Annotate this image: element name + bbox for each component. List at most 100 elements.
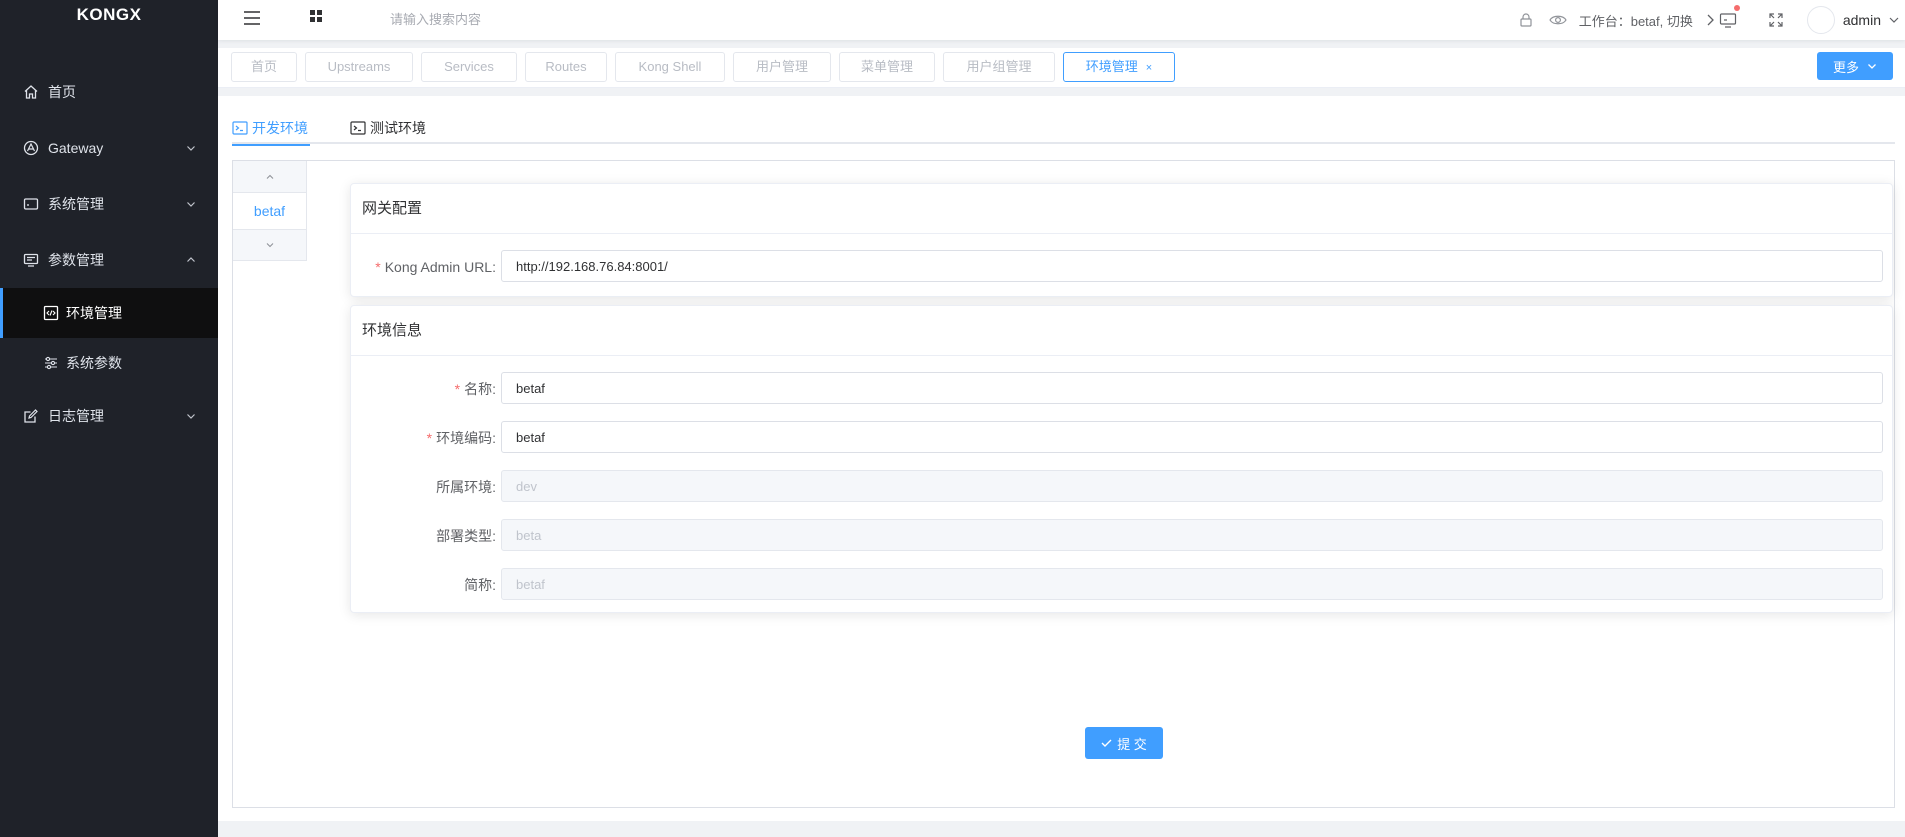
form-label: * 名称: [351,372,496,406]
chevron-down-icon [265,240,275,250]
tag-label: 环境管理 [1085,59,1138,74]
required-mark: * [426,430,433,446]
menu-toggle-icon[interactable] [242,8,262,28]
system-icon [22,195,40,213]
env-code-input[interactable] [501,421,1883,453]
tag-upstreams[interactable]: Upstreams [305,52,413,82]
tag-kong-shell[interactable]: Kong Shell [615,52,725,82]
search-input[interactable] [390,5,650,33]
form-row-short-name: 简称: [351,568,1892,602]
required-mark: * [375,259,381,275]
tag-menu-management[interactable]: 菜单管理 [839,52,935,82]
scroll-down-button[interactable] [233,229,306,261]
env-panel: betaf 网关配置 *Kong Admin URL: 环境信息 *名称: [232,160,1895,808]
env-item-betaf[interactable]: betaf [233,193,306,229]
chevron-down-icon[interactable] [1885,11,1903,29]
tab-test-env[interactable]: 测试环境 [350,114,426,142]
tag-usergroup-management[interactable]: 用户组管理 [943,52,1055,82]
terminal-icon [350,120,366,136]
label-text: Kong Admin URL: [384,259,496,275]
chevron-right-icon[interactable] [1701,11,1719,29]
form-label: * 环境编码: [351,421,496,455]
params-icon [22,251,40,269]
form-label: 所属环境: [436,479,496,495]
app-logo: KONGX [76,5,142,24]
sidebar-item-label: 系统参数 [66,355,122,371]
required-mark: * [454,381,461,397]
submit-button[interactable]: 提 交 [1085,727,1163,759]
top-header: 工作台：betaf, 切换 admin [218,0,1905,40]
form-row-kong-admin-url: * Kong Admin URL: [351,250,1892,284]
tab-label: 开发环境 [252,120,308,136]
env-tabs: 开发环境 测试环境 [232,104,1895,146]
chevron-down-icon [1867,61,1877,71]
chevron-up-icon [265,172,275,182]
sidebar-item-gateway[interactable]: Gateway [0,120,218,176]
code-icon [42,304,60,322]
tab-label: 测试环境 [370,120,426,136]
notification-dot [1733,5,1740,11]
form-row-deploy-type: 部署类型: [351,519,1892,553]
label-text: 环境编码: [436,430,496,446]
chevron-down-icon [186,143,196,153]
more-button[interactable]: 更多 [1817,52,1893,80]
name-input[interactable] [501,372,1883,404]
sidebar-item-params[interactable]: 参数管理 [0,232,218,288]
label-text: 名称: [464,381,496,397]
home-icon [22,83,40,101]
env-info-card: 环境信息 *名称: *环境编码: 所属环境: 部署类型: 简称: [350,305,1893,613]
short-name-input [501,568,1883,600]
gateway-icon [22,139,40,157]
sidebar-item-label: 参数管理 [48,252,104,268]
sidebar-item-label: 日志管理 [48,408,104,424]
tag-env-management[interactable]: 环境管理 × [1063,52,1175,82]
form-row-name: * 名称: [351,372,1892,406]
tag-services[interactable]: Services [421,52,517,82]
params-submenu: 环境管理 系统参数 [0,288,218,388]
sidebar-item-system[interactable]: 系统管理 [0,176,218,232]
eye-icon[interactable] [1549,11,1567,29]
close-icon[interactable]: × [1146,62,1152,74]
avatar[interactable] [1806,6,1835,34]
terminal-icon [232,120,248,136]
sidebar-item-logs[interactable]: 日志管理 [0,388,218,444]
main-content: 开发环境 测试环境 betaf 网关配置 * Kong Admin URL: h… [218,96,1905,821]
tags-view-bar: 首页 Upstreams Services Routes Kong Shell … [218,48,1905,88]
form-row-env-code: * 环境编码: [351,421,1892,455]
fullscreen-icon[interactable] [1767,11,1785,29]
card-title: 环境信息 [351,306,1892,356]
form-label: 简称: [464,577,496,593]
sidebar-item-label: 环境管理 [66,305,122,321]
sliders-icon [42,354,60,372]
submit-button-label: 提 交 [1117,736,1147,752]
tag-routes[interactable]: Routes [525,52,607,82]
env-vertical-tabs: betaf [233,161,307,261]
form-label: * Kong Admin URL: [351,250,496,284]
scroll-up-button[interactable] [233,161,306,193]
tab-dev-env[interactable]: 开发环境 [232,114,310,146]
tag-home[interactable]: 首页 [231,52,297,82]
username[interactable]: admin [1843,12,1881,28]
tag-user-management[interactable]: 用户管理 [733,52,831,82]
chevron-down-icon [186,411,196,421]
env-type-input [501,470,1883,502]
workspace-switch[interactable]: 工作台：betaf, 切换 [1579,11,1693,30]
header-actions: 工作台：betaf, 切换 admin [1517,0,1905,40]
sidebar-item-label: 首页 [48,84,76,100]
sidebar-item-home[interactable]: 首页 [0,64,218,120]
deploy-type-input [501,519,1883,551]
lock-icon[interactable] [1517,11,1535,29]
sidebar-item-system-params[interactable]: 系统参数 [0,338,218,388]
sidebar: KONGX 首页 Gateway 系统管理 参数管理 环境管理 系统参数 日志管… [0,0,218,837]
sidebar-item-label: Gateway [48,140,104,156]
sidebar-item-env-management[interactable]: 环境管理 [0,288,218,338]
sidebar-item-label: 系统管理 [48,196,104,212]
apps-grid-icon[interactable] [308,8,324,24]
chevron-down-icon [186,199,196,209]
message-icon[interactable] [1719,5,1740,29]
kong-admin-url-input[interactable] [501,250,1883,282]
gateway-config-card: 网关配置 * Kong Admin URL: [350,183,1893,297]
more-button-label: 更多 [1832,59,1859,75]
sidebar-menu: 首页 Gateway 系统管理 参数管理 环境管理 系统参数 日志管理 [0,64,218,444]
edit-icon [22,407,40,425]
